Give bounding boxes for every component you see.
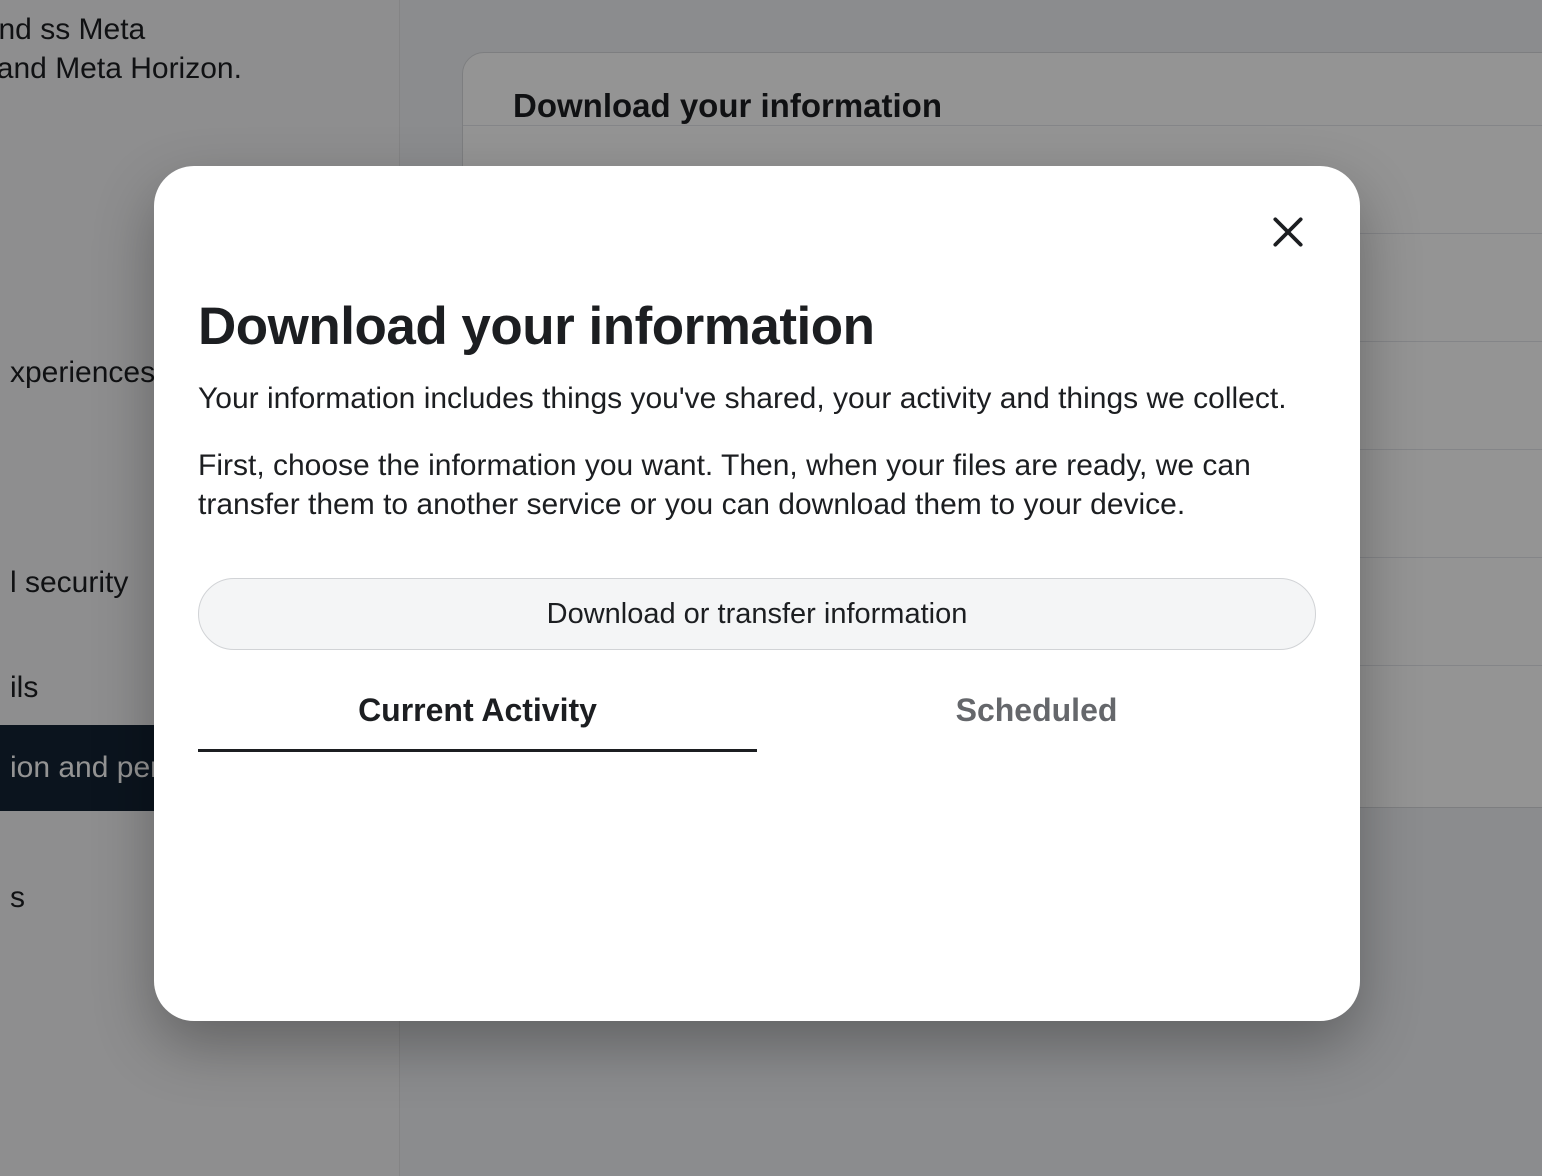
close-button[interactable] [1260, 206, 1316, 262]
close-icon [1269, 213, 1307, 256]
modal-tabs: Current Activity Scheduled [198, 692, 1316, 752]
modal-description-1: Your information includes things you've … [198, 379, 1316, 418]
modal-description-2: First, choose the information you want. … [198, 446, 1316, 524]
tab-scheduled[interactable]: Scheduled [757, 692, 1316, 752]
modal-title: Download your information [198, 296, 1316, 357]
download-transfer-button[interactable]: Download or transfer information [198, 578, 1316, 650]
tab-current-activity[interactable]: Current Activity [198, 692, 757, 752]
download-info-modal: Download your information Your informati… [154, 166, 1360, 1021]
